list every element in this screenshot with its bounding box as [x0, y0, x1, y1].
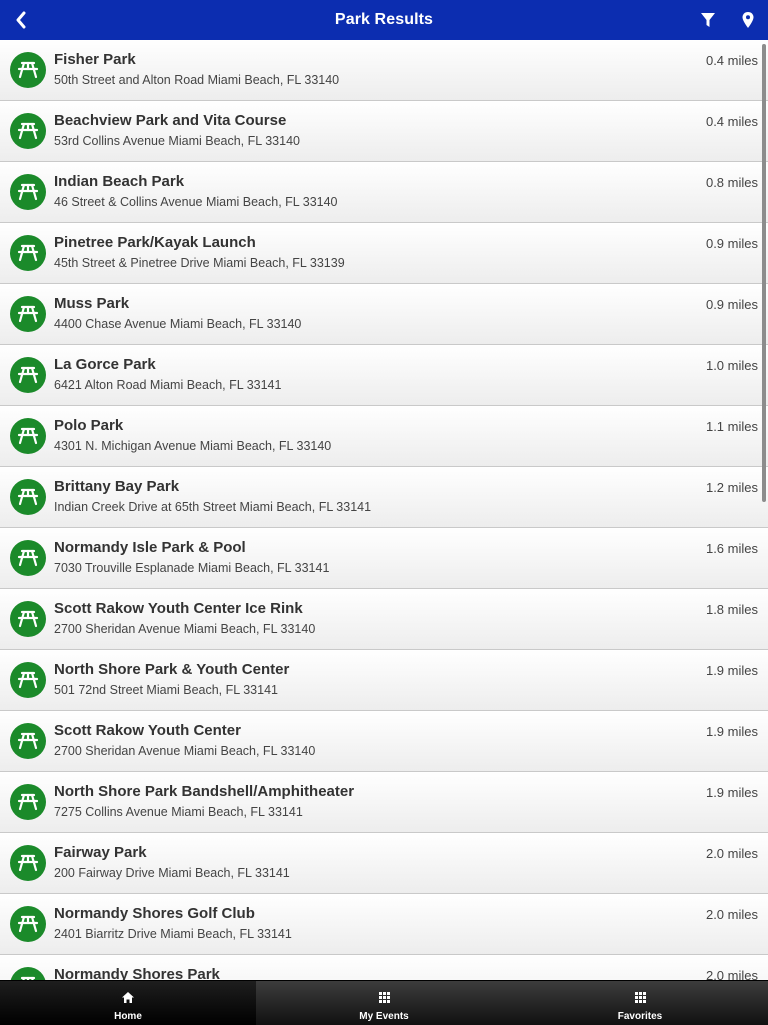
park-name: Indian Beach Park [54, 173, 185, 190]
park-name: Brittany Bay Park [54, 478, 180, 495]
park-name: Beachview Park and Vita Course [54, 112, 287, 129]
park-distance: 2.0 miles [705, 907, 758, 922]
park-name: Fisher Park [54, 51, 136, 68]
park-distance: 0.4 miles [705, 114, 758, 129]
home-icon [122, 990, 134, 1008]
grid-icon [378, 990, 390, 1008]
park-address: 6421 Alton Road Miami Beach, FL 33141 [54, 378, 282, 392]
park-address: 2700 Sheridan Avenue Miami Beach, FL 331… [54, 744, 316, 758]
park-distance: 0.9 miles [705, 297, 758, 312]
park-address: 2700 Sheridan Avenue Miami Beach, FL 331… [54, 622, 316, 636]
list-item[interactable]: Scott Rakow Youth Center Ice Rink 2700 Sh… [0, 589, 768, 650]
park-name: North Shore Park Bandshell/Amphitheater [54, 783, 355, 800]
park-name: Fairway Park [54, 844, 147, 861]
list-item[interactable]: Scott Rakow Youth Center 2700 Sheridan Av… [0, 711, 768, 772]
list-item[interactable]: North Shore Park Bandshell/Amphitheater 7… [0, 772, 768, 833]
filter-icon [701, 13, 715, 27]
park-name: Normandy Shores Golf Club [54, 905, 255, 922]
park-name: Polo Park [54, 417, 124, 434]
park-distance: 1.9 miles [705, 724, 758, 739]
bottom-tab-bar: Home My Events Favorites [0, 980, 768, 1025]
park-address: 46 Street & Collins Avenue Miami Beach, … [54, 195, 338, 209]
park-distance: 1.9 miles [705, 663, 758, 678]
scrollbar[interactable] [762, 44, 766, 502]
list-item[interactable]: Pinetree Park/Kayak Launch 45th Street & … [0, 223, 768, 284]
park-address: 2401 Biarritz Drive Miami Beach, FL 3314… [54, 927, 292, 941]
picnic-table-icon [10, 296, 46, 332]
picnic-table-icon [10, 845, 46, 881]
park-address: 501 72nd Street Miami Beach, FL 33141 [54, 683, 278, 697]
park-address: 7275 Collins Avenue Miami Beach, FL 3314… [54, 805, 303, 819]
park-name: Scott Rakow Youth Center Ice Rink [54, 600, 303, 617]
park-distance: 1.6 miles [705, 541, 758, 556]
picnic-table-icon [10, 418, 46, 454]
park-distance: 0.4 miles [705, 53, 758, 68]
park-distance: 1.1 miles [705, 419, 758, 434]
park-address: 200 Fairway Drive Miami Beach, FL 33141 [54, 866, 290, 880]
picnic-table-icon [10, 174, 46, 210]
park-name: Pinetree Park/Kayak Launch [54, 234, 256, 251]
picnic-table-icon [10, 784, 46, 820]
picnic-table-icon [10, 662, 46, 698]
tab-favorites[interactable]: Favorites [512, 981, 768, 1025]
list-item[interactable]: Fisher Park 50th Street and Alton Road Mi… [0, 40, 768, 101]
park-address: Indian Creek Drive at 65th Street Miami … [54, 500, 372, 514]
picnic-table-icon [10, 235, 46, 271]
picnic-table-icon [10, 113, 46, 149]
park-distance: 1.0 miles [705, 358, 758, 373]
tab-label: My Events [359, 1011, 409, 1022]
park-distance: 0.8 miles [705, 175, 758, 190]
back-button[interactable] [6, 0, 36, 40]
park-results-list: Fisher Park 50th Street and Alton Road Mi… [0, 40, 768, 980]
park-address: 53rd Collins Avenue Miami Beach, FL 3314… [54, 134, 300, 148]
picnic-table-icon [10, 52, 46, 88]
page-title: Park Results [334, 11, 434, 28]
tab-label: Home [114, 1011, 142, 1022]
picnic-table-icon [10, 357, 46, 393]
tab-home[interactable]: Home [0, 981, 256, 1025]
picnic-table-icon [10, 906, 46, 942]
picnic-table-icon [10, 967, 46, 980]
list-item[interactable]: Polo Park 4301 N. Michigan Avenue Miami B… [0, 406, 768, 467]
park-address: 4400 Chase Avenue Miami Beach, FL 33140 [54, 317, 302, 331]
park-name: La Gorce Park [54, 356, 156, 373]
list-item[interactable]: Fairway Park 200 Fairway Drive Miami Beac… [0, 833, 768, 894]
map-button[interactable] [736, 0, 760, 40]
park-distance: 2.0 miles [705, 846, 758, 861]
filter-button[interactable] [694, 0, 722, 40]
list-item[interactable]: La Gorce Park 6421 Alton Road Miami Beach… [0, 345, 768, 406]
park-name: Normandy Shores Park [54, 966, 220, 980]
park-distance: 1.2 miles [705, 480, 758, 495]
list-item[interactable]: North Shore Park & Youth Center 501 72nd … [0, 650, 768, 711]
park-distance: 1.8 miles [705, 602, 758, 617]
picnic-table-icon [10, 723, 46, 759]
park-name: North Shore Park & Youth Center [54, 661, 290, 678]
list-item[interactable]: Normandy Shores Park 2.0 miles [0, 955, 768, 980]
park-name: Normandy Isle Park & Pool [54, 539, 246, 556]
park-distance: 1.9 miles [705, 785, 758, 800]
park-address: 7030 Trouville Esplanade Miami Beach, FL… [54, 561, 330, 575]
park-address: 50th Street and Alton Road Miami Beach, … [54, 73, 340, 87]
park-address: 45th Street & Pinetree Drive Miami Beach… [54, 256, 345, 270]
park-distance: 2.0 miles [705, 968, 758, 980]
tab-my-events[interactable]: My Events [256, 981, 512, 1025]
tab-label: Favorites [617, 1011, 663, 1022]
chevron-left-icon [16, 11, 26, 29]
header-bar: Park Results [0, 0, 768, 40]
list-item[interactable]: Muss Park 4400 Chase Avenue Miami Beach, … [0, 284, 768, 345]
map-pin-icon [742, 12, 754, 28]
park-name: Muss Park [54, 295, 130, 312]
park-distance: 0.9 miles [705, 236, 758, 251]
park-name: Scott Rakow Youth Center [54, 722, 241, 739]
park-address: 4301 N. Michigan Avenue Miami Beach, FL … [54, 439, 332, 453]
list-item[interactable]: Brittany Bay Park Indian Creek Drive at 6… [0, 467, 768, 528]
grid-icon [634, 990, 646, 1008]
list-item[interactable]: Normandy Shores Golf Club 2401 Biarritz D… [0, 894, 768, 955]
list-item[interactable]: Indian Beach Park 46 Street & Collins Ave… [0, 162, 768, 223]
picnic-table-icon [10, 540, 46, 576]
picnic-table-icon [10, 601, 46, 637]
picnic-table-icon [10, 479, 46, 515]
list-item[interactable]: Normandy Isle Park & Pool 7030 Trouville … [0, 528, 768, 589]
list-item[interactable]: Beachview Park and Vita Course 53rd Colli… [0, 101, 768, 162]
